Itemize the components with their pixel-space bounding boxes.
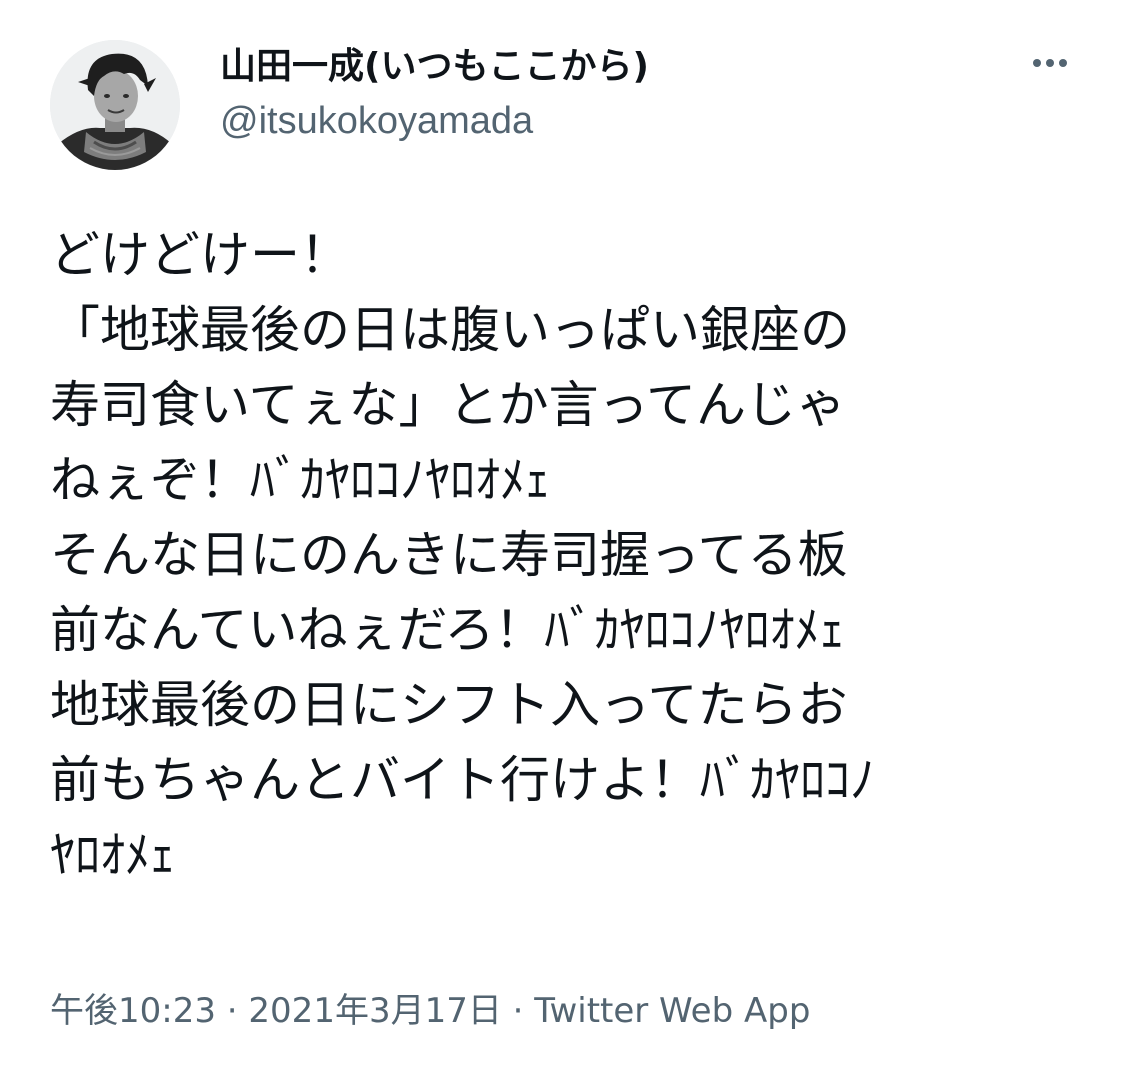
tweet-text-line: 地球最後の日にシフト入ってたらお — [50, 676, 848, 734]
more-horizontal-icon-dot — [1046, 59, 1054, 67]
meta-separator: · — [501, 991, 535, 1031]
tweet-metadata: 午後10:23 · 2021年3月17日 · Twitter Web App — [50, 988, 810, 1034]
meta-separator: · — [215, 991, 249, 1031]
tweet-header: 山田一成(いつもここから) @itsukokoyamada — [50, 40, 1080, 170]
avatar[interactable] — [50, 40, 180, 170]
more-horizontal-icon-dot — [1059, 59, 1067, 67]
tweet-date-link[interactable]: 2021年3月17日 — [248, 991, 501, 1031]
tweet-text-line: 「地球最後の日は腹いっぱい銀座の — [50, 301, 850, 359]
more-options-button[interactable] — [1020, 40, 1080, 86]
avatar-photo — [50, 40, 180, 170]
tweet-source-link[interactable]: Twitter Web App — [534, 991, 810, 1031]
tweet: 山田一成(いつもここから) @itsukokoyamada どけどけー！ 「地球… — [0, 0, 1125, 1083]
tweet-text-line: ﾔﾛｵﾒｪ — [50, 826, 175, 884]
author-handle[interactable]: @itsukokoyamada — [220, 98, 533, 144]
tweet-text-line: どけどけー！ — [50, 226, 350, 284]
tweet-text-line: 前もちゃんとバイト行けよ！ﾊﾞｶﾔﾛｺﾉ — [50, 751, 875, 809]
tweet-text-line: 前なんていねぇだろ！ﾊﾞｶﾔﾛｺﾉﾔﾛｵﾒｪ — [50, 601, 845, 659]
tweet-text-line: 寿司食いてぇな」とか言ってんじゃ — [50, 376, 846, 434]
tweet-text-line: ねぇぞ！ﾊﾞｶﾔﾛｺﾉﾔﾛｵﾒｪ — [50, 451, 550, 509]
tweet-time-link[interactable]: 午後10:23 — [50, 991, 216, 1031]
tweet-text: どけどけー！ 「地球最後の日は腹いっぱい銀座の 寿司食いてぇな」とか言ってんじゃ… — [50, 218, 1080, 893]
more-horizontal-icon — [1033, 59, 1041, 67]
tweet-text-line: そんな日にのんきに寿司握ってる板 — [50, 526, 848, 584]
author-display-name[interactable]: 山田一成(いつもここから) — [220, 44, 649, 90]
